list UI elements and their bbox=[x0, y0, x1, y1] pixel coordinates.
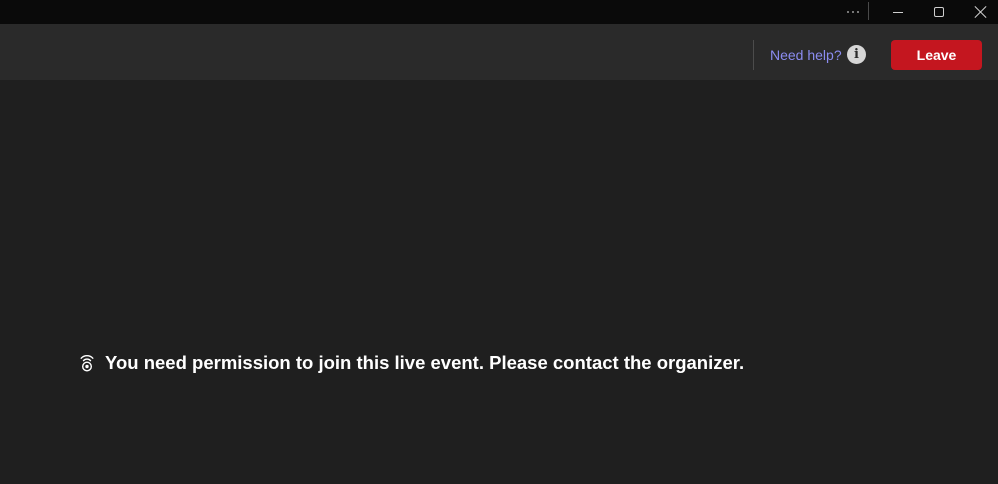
minimize-icon bbox=[893, 11, 903, 13]
minimize-button[interactable] bbox=[877, 0, 919, 24]
leave-button[interactable]: Leave bbox=[891, 40, 982, 70]
live-broadcast-icon bbox=[80, 355, 94, 372]
close-icon bbox=[974, 6, 986, 18]
permission-message: You need permission to join this live ev… bbox=[78, 352, 744, 374]
need-help-link[interactable]: Need help? bbox=[770, 47, 842, 63]
header-divider bbox=[753, 40, 754, 70]
more-dot bbox=[852, 11, 854, 13]
main-content: You need permission to join this live ev… bbox=[0, 80, 998, 484]
maximize-button[interactable] bbox=[918, 0, 960, 24]
close-window-button[interactable] bbox=[959, 0, 998, 24]
titlebar-divider bbox=[868, 2, 869, 20]
meeting-header: Need help? i Leave bbox=[0, 24, 998, 80]
more-options-button[interactable] bbox=[838, 0, 868, 24]
more-dot bbox=[847, 11, 849, 13]
title-bar bbox=[0, 0, 998, 24]
maximize-icon bbox=[934, 7, 944, 17]
permission-message-text: You need permission to join this live ev… bbox=[105, 352, 745, 373]
info-icon[interactable]: i bbox=[847, 45, 866, 64]
more-dot bbox=[857, 11, 859, 13]
